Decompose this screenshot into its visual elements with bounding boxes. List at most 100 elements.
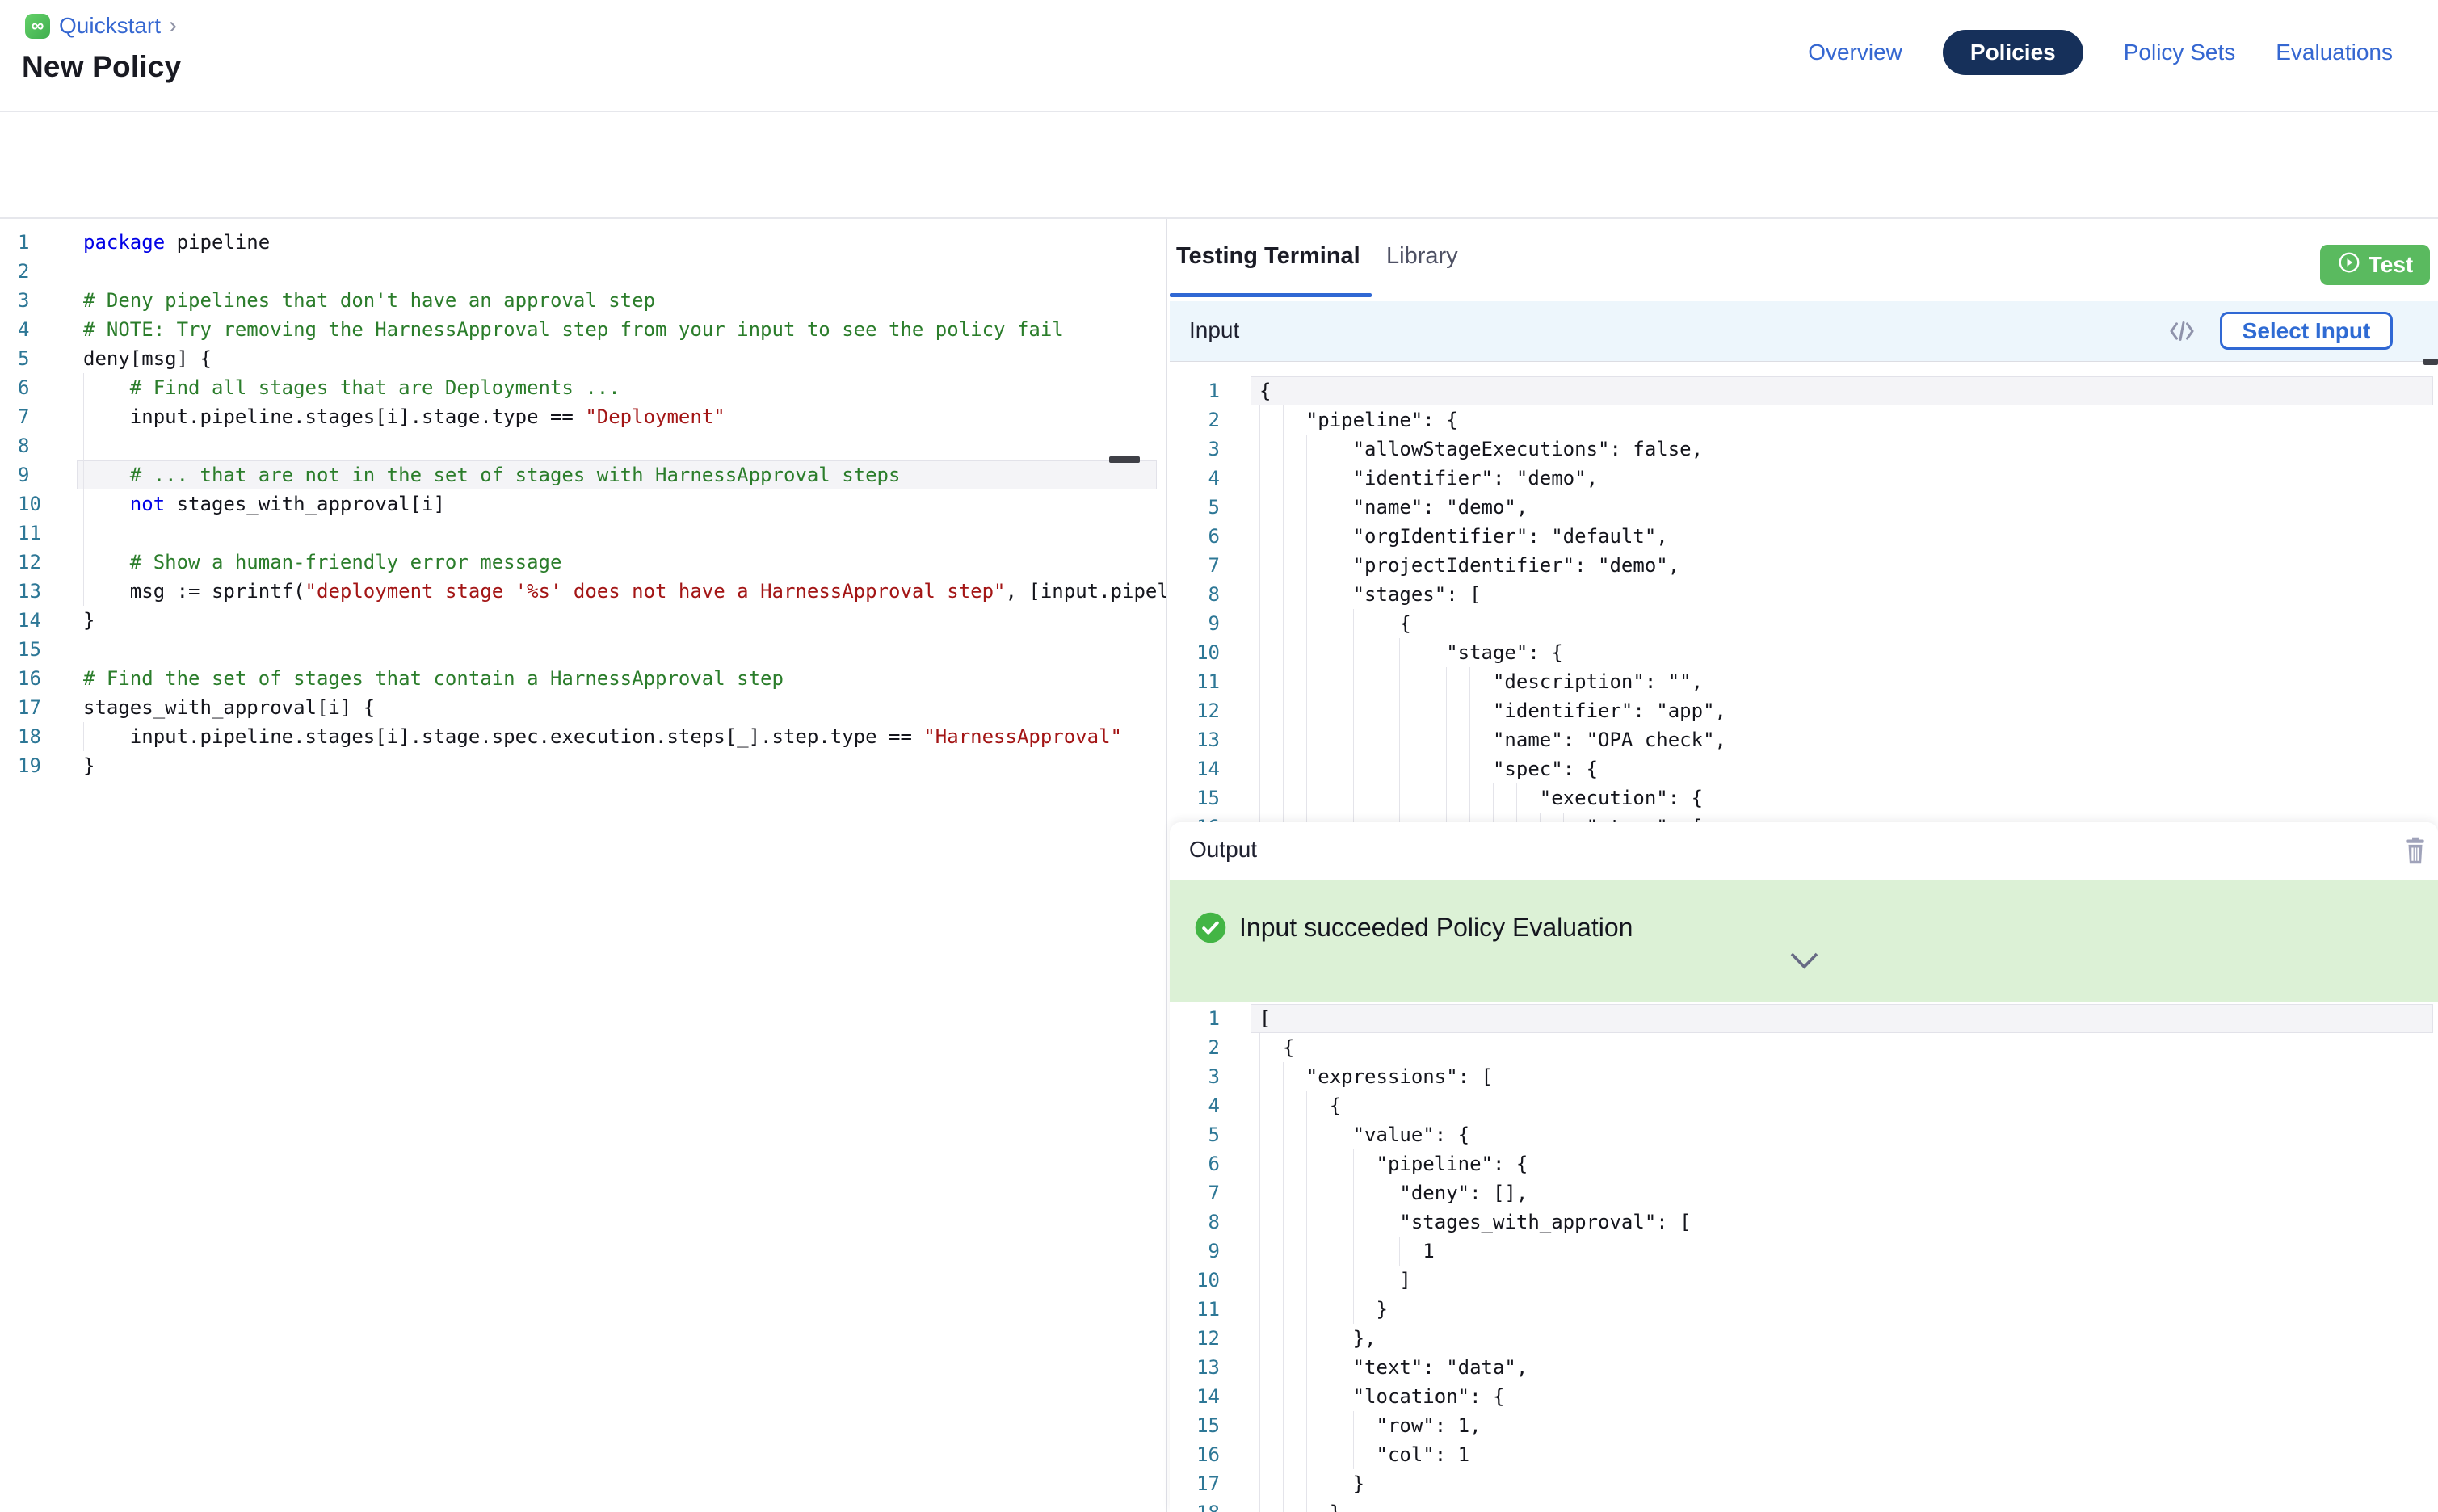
code-line[interactable]: 1{	[1170, 376, 2438, 405]
code-line[interactable]: 10 ]	[1170, 1266, 2438, 1295]
code-line[interactable]: 3 "expressions": [	[1170, 1062, 2438, 1091]
code-line[interactable]: 12 # Show a human-friendly error message	[0, 548, 1166, 577]
input-section-header: Input Select Input	[1170, 301, 2438, 361]
code-line[interactable]: 1package pipeline	[0, 228, 1166, 257]
code-line[interactable]: 15	[0, 635, 1166, 664]
code-line[interactable]: 16 "steps": [	[1170, 813, 2438, 822]
panel-divider	[1166, 219, 1167, 1512]
line-number: 2	[18, 257, 55, 286]
code-line[interactable]: 13 msg := sprintf("deployment stage '%s'…	[0, 577, 1166, 606]
code-line[interactable]: 14}	[0, 606, 1166, 635]
code-line[interactable]: 9 {	[1170, 609, 2438, 638]
chevron-down-icon[interactable]	[1789, 951, 1819, 973]
code-line[interactable]: 18 }	[1170, 1498, 2438, 1512]
code-line[interactable]: 11	[0, 519, 1166, 548]
test-button[interactable]: Test	[2320, 245, 2430, 285]
code-line[interactable]: 1[	[1170, 1004, 2438, 1033]
code-line[interactable]: 19}	[0, 751, 1166, 780]
code-line[interactable]: 5deny[msg] {	[0, 344, 1166, 373]
line-number: 3	[18, 286, 55, 315]
code-line[interactable]: 7 "deny": [],	[1170, 1178, 2438, 1208]
line-number: 2	[1170, 1033, 1220, 1062]
code-line[interactable]: 18 input.pipeline.stages[i].stage.spec.e…	[0, 722, 1166, 751]
code-line[interactable]: 2	[0, 257, 1166, 286]
line-number: 4	[1170, 1091, 1220, 1120]
code-line[interactable]: 5 "name": "demo",	[1170, 493, 2438, 522]
code-line[interactable]: 3 "allowStageExecutions": false,	[1170, 435, 2438, 464]
tab-library[interactable]: Library	[1386, 243, 1458, 270]
active-tab-underline	[1170, 293, 1372, 297]
code-text: # Find all stages that are Deployments .…	[83, 373, 620, 402]
output-json-viewer[interactable]: 1[2 {3 "expressions": [4 {5 "value": {6 …	[1170, 1002, 2438, 1512]
code-line[interactable]: 8 "stages_with_approval": [	[1170, 1208, 2438, 1237]
code-line[interactable]: 16 "col": 1	[1170, 1440, 2438, 1469]
line-number: 11	[1170, 667, 1220, 696]
code-line[interactable]: 8 "stages": [	[1170, 580, 2438, 609]
clear-output-button[interactable]	[2401, 834, 2430, 869]
line-number: 14	[18, 606, 55, 635]
code-line[interactable]: 6 "pipeline": {	[1170, 1149, 2438, 1178]
line-number: 19	[18, 751, 55, 780]
code-text: "col": 1	[1259, 1440, 1469, 1469]
code-line[interactable]: 6 "orgIdentifier": "default",	[1170, 522, 2438, 551]
code-line[interactable]: 15 "row": 1,	[1170, 1411, 2438, 1440]
code-line[interactable]: 14 "location": {	[1170, 1382, 2438, 1411]
code-line[interactable]: 4 "identifier": "demo",	[1170, 464, 2438, 493]
code-line[interactable]: 12 "identifier": "app",	[1170, 696, 2438, 725]
input-label: Input	[1189, 317, 1239, 343]
code-text: "identifier": "demo",	[1259, 464, 1598, 493]
code-line[interactable]: 6 # Find all stages that are Deployments…	[0, 373, 1166, 402]
code-line[interactable]: 17stages_with_approval[i] {	[0, 693, 1166, 722]
code-line[interactable]: 13 "text": "data",	[1170, 1353, 2438, 1382]
code-text: [	[1259, 1004, 1271, 1033]
code-view-icon[interactable]	[2168, 319, 2196, 347]
breadcrumb-link-quickstart[interactable]: Quickstart	[59, 13, 161, 39]
input-json-editor[interactable]: 1{2 "pipeline": {3 "allowStageExecutions…	[1170, 361, 2438, 822]
code-text: "identifier": "app",	[1259, 696, 1726, 725]
code-line[interactable]: 17 }	[1170, 1469, 2438, 1498]
code-line[interactable]: 5 "value": {	[1170, 1120, 2438, 1149]
code-line[interactable]: 12 },	[1170, 1324, 2438, 1353]
code-line[interactable]: 8	[0, 431, 1166, 460]
code-line[interactable]: 9 # ... that are not in the set of stage…	[0, 460, 1166, 489]
code-line[interactable]: 9 1	[1170, 1237, 2438, 1266]
tab-evaluations[interactable]: Evaluations	[2276, 40, 2393, 65]
code-line[interactable]: 10 not stages_with_approval[i]	[0, 489, 1166, 519]
code-text: 1	[1259, 1237, 1435, 1266]
code-line[interactable]: 4 {	[1170, 1091, 2438, 1120]
tab-overview[interactable]: Overview	[1808, 40, 1902, 65]
code-line[interactable]: 7 "projectIdentifier": "demo",	[1170, 551, 2438, 580]
code-text: "pipeline": {	[1259, 405, 1458, 435]
line-number: 3	[1170, 435, 1220, 464]
code-line[interactable]: 14 "spec": {	[1170, 754, 2438, 783]
code-line[interactable]: 4# NOTE: Try removing the HarnessApprova…	[0, 315, 1166, 344]
code-line[interactable]: 11 }	[1170, 1295, 2438, 1324]
code-text: input.pipeline.stages[i].stage.spec.exec…	[83, 722, 1122, 751]
code-line[interactable]: 10 "stage": {	[1170, 638, 2438, 667]
line-number: 11	[18, 519, 55, 548]
code-line[interactable]: 11 "description": "",	[1170, 667, 2438, 696]
line-number: 8	[1170, 580, 1220, 609]
line-number: 5	[1170, 493, 1220, 522]
code-line[interactable]: 15 "execution": {	[1170, 783, 2438, 813]
line-number: 13	[18, 577, 55, 606]
code-line[interactable]: 16# Find the set of stages that contain …	[0, 664, 1166, 693]
select-input-button[interactable]: Select Input	[2220, 312, 2393, 350]
tab-testing-terminal[interactable]: Testing Terminal	[1176, 243, 1360, 270]
code-line[interactable]: 2 "pipeline": {	[1170, 405, 2438, 435]
code-text: # NOTE: Try removing the HarnessApproval…	[83, 315, 1064, 344]
code-text: "location": {	[1259, 1382, 1504, 1411]
code-line[interactable]: 2 {	[1170, 1033, 2438, 1062]
line-number: 12	[1170, 1324, 1220, 1353]
code-line[interactable]: 13 "name": "OPA check",	[1170, 725, 2438, 754]
line-number: 2	[1170, 405, 1220, 435]
line-number: 7	[1170, 1178, 1220, 1208]
code-line[interactable]: 3# Deny pipelines that don't have an app…	[0, 286, 1166, 315]
tab-policies[interactable]: Policies	[1943, 30, 2083, 75]
line-number: 1	[1170, 1004, 1220, 1033]
indent-guide	[83, 431, 84, 460]
tab-policy-sets[interactable]: Policy Sets	[2124, 40, 2236, 65]
code-line[interactable]: 7 input.pipeline.stages[i].stage.type ==…	[0, 402, 1166, 431]
policy-code-editor[interactable]: 1package pipeline23# Deny pipelines that…	[0, 219, 1166, 1512]
play-circle-icon	[2337, 250, 2361, 280]
